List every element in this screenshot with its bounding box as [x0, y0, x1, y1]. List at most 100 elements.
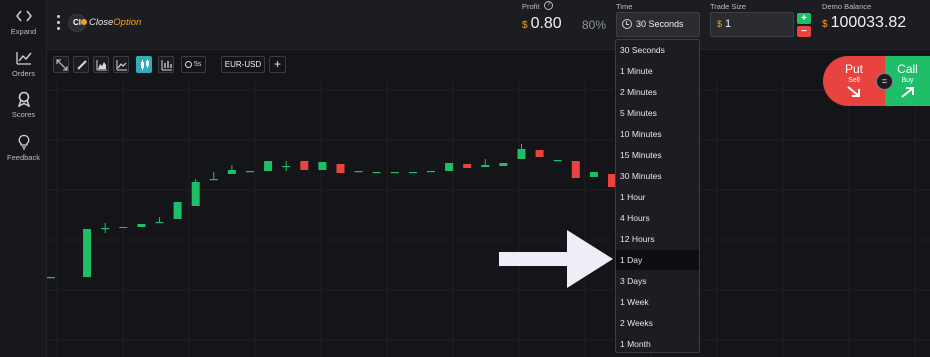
balance-label: Demo Balance [822, 2, 872, 11]
arrow-up-right-icon [900, 87, 914, 98]
add-chart-button[interactable]: + [269, 56, 286, 73]
candle-up [517, 149, 526, 159]
time-option[interactable]: 30 Seconds [616, 40, 699, 60]
candle-up [246, 171, 254, 173]
brand-name-accent: Option [113, 17, 142, 28]
profit-amount: 0.80 [530, 15, 562, 32]
candlestick-icon [141, 59, 149, 70]
profit-label: Profit [522, 2, 540, 11]
currency-symbol: $ [717, 19, 723, 29]
fullscreen-button[interactable] [53, 56, 69, 73]
time-select[interactable]: 30 Seconds [616, 12, 700, 37]
asset-pair-button[interactable]: EUR-USD [221, 56, 265, 73]
candle-down [463, 164, 472, 168]
sidebar-item-orders[interactable]: Orders [0, 50, 47, 78]
sidebar-item-label: Expand [10, 27, 37, 36]
time-option[interactable]: 30 Minutes [616, 166, 699, 186]
candle-up [499, 163, 508, 166]
time-value: 30 Seconds [636, 19, 684, 29]
menu-kebab-icon[interactable] [57, 15, 61, 31]
chart-line-icon [15, 52, 32, 65]
candle-up [173, 202, 182, 219]
time-option[interactable]: 1 Month [616, 334, 699, 354]
time-option[interactable]: 1 Hour [616, 187, 699, 207]
candle-down [336, 164, 345, 173]
time-option-hovered[interactable]: 1 Day [616, 250, 699, 270]
pencil-icon [77, 60, 87, 70]
bar-chart-button[interactable] [158, 56, 174, 73]
draw-button[interactable] [73, 56, 89, 73]
line-chart-icon [116, 60, 127, 71]
candle-up [282, 166, 291, 168]
candle-up [372, 172, 381, 174]
time-option[interactable]: 10 Minutes [616, 124, 699, 144]
balance-amount: 100033.82 [830, 14, 907, 31]
time-option[interactable]: 1 Minute [616, 61, 699, 81]
clock-icon [185, 61, 192, 68]
time-option[interactable]: 3 Days [616, 271, 699, 291]
price-chart[interactable] [47, 80, 930, 357]
profit-percent: 80% [582, 18, 607, 32]
sidebar-item-feedback[interactable]: Feedback [0, 134, 47, 162]
candle-down [571, 161, 580, 178]
currency-symbol: $ [822, 19, 828, 30]
candle-up [318, 162, 327, 170]
candlestick-chart-button[interactable] [136, 56, 152, 73]
help-icon[interactable]: ? [544, 1, 553, 10]
candle-up [427, 171, 435, 173]
time-option[interactable]: 12 Hours [616, 229, 699, 249]
decrease-trade-size-button[interactable]: − [797, 26, 811, 37]
candle-up [227, 170, 236, 174]
candle-up [445, 163, 454, 171]
candle-up [47, 277, 55, 279]
increase-trade-size-button[interactable]: + [797, 13, 811, 24]
fullscreen-icon [56, 59, 68, 71]
sidebar-item-scores[interactable]: Scores [0, 91, 47, 119]
candle-up [553, 160, 562, 162]
time-option[interactable]: 4 Hours [616, 208, 699, 228]
trade-size-input[interactable]: $1 [710, 12, 794, 37]
candle-up [83, 229, 92, 277]
arrow-down-right-icon [847, 86, 860, 97]
logo-dot-icon [81, 19, 87, 25]
candle-up [119, 227, 128, 228]
candle-up [481, 165, 490, 167]
interval-value: 5s [194, 61, 202, 68]
sidebar-item-expand[interactable]: Expand [0, 8, 47, 36]
candle-up [390, 172, 399, 174]
candle-down [300, 161, 309, 170]
time-option[interactable]: 15 Minutes [616, 145, 699, 165]
trade-size-label: Trade Size [710, 2, 746, 11]
trade-size-value: 1 [725, 18, 732, 30]
candle-up [589, 172, 598, 177]
brand-name-plain: Close [89, 17, 114, 28]
candle-up [191, 182, 200, 206]
call-label: Call [897, 62, 918, 76]
area-chart-button[interactable] [93, 56, 109, 73]
clock-icon [622, 19, 632, 29]
time-label: Time [616, 2, 633, 11]
pointer-arrow-icon [499, 230, 613, 288]
time-option[interactable]: 1 Week [616, 292, 699, 312]
candle-down [535, 150, 544, 157]
time-dropdown: 30 Seconds 1 Minute 2 Minutes 5 Minutes … [615, 39, 700, 353]
candle-up [209, 179, 218, 181]
sidebar: Expand Orders Scores Feedback [0, 0, 47, 357]
interval-select[interactable]: 5s [181, 56, 206, 73]
area-chart-icon [96, 60, 107, 71]
time-option[interactable]: 2 Minutes [616, 82, 699, 102]
candle-up [408, 172, 417, 174]
expand-icon [15, 10, 32, 22]
bar-chart-icon [161, 60, 172, 71]
top-header [47, 0, 930, 50]
line-chart-button[interactable] [113, 56, 129, 73]
time-option[interactable]: 5 Minutes [616, 103, 699, 123]
switch-button[interactable]: = [876, 73, 893, 90]
sidebar-item-label: Feedback [7, 153, 40, 162]
candle-up [264, 161, 273, 171]
candle-up [137, 224, 146, 227]
time-option[interactable]: 2 Weeks [616, 313, 699, 333]
put-label: Put [844, 62, 863, 76]
profit-value: $0.80 [522, 15, 562, 33]
trade-buttons: Put Sell Call Buy = [823, 56, 930, 106]
